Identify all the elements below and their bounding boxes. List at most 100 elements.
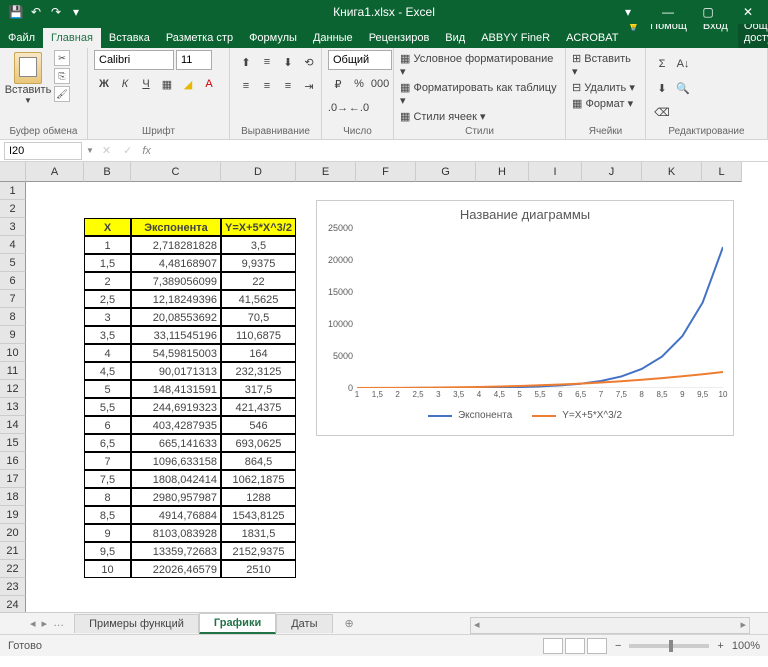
chart-title[interactable]: Название диаграммы	[317, 201, 733, 224]
cell[interactable]: 1808,042414	[131, 470, 221, 488]
cell[interactable]: 2	[84, 272, 131, 290]
align-middle-icon[interactable]: ≡	[257, 52, 277, 72]
column-header[interactable]: C	[131, 162, 221, 182]
cell[interactable]: 10	[84, 560, 131, 578]
row-header[interactable]: 15	[0, 434, 26, 452]
comma-icon[interactable]: 000	[370, 74, 390, 94]
row-header[interactable]: 1	[0, 182, 26, 200]
cell[interactable]: 244,6919323	[131, 398, 221, 416]
sheet-nav-more-icon[interactable]: …	[53, 617, 64, 630]
align-left-icon[interactable]: ≡	[236, 76, 256, 96]
cell-styles-button[interactable]: ▦ Стили ячеек ▾	[400, 110, 486, 123]
row-header[interactable]: 11	[0, 362, 26, 380]
cell[interactable]: Экспонента	[131, 218, 221, 236]
align-center-icon[interactable]: ≡	[257, 76, 277, 96]
cell[interactable]: 9,9375	[221, 254, 296, 272]
row-header[interactable]: 12	[0, 380, 26, 398]
cell[interactable]: 9	[84, 524, 131, 542]
italic-button[interactable]: К	[115, 74, 135, 94]
sheet-grid[interactable]: ABCDEFGHIJKL 123456789101112131415161718…	[0, 162, 768, 612]
column-header[interactable]: I	[529, 162, 582, 182]
row-header[interactable]: 17	[0, 470, 26, 488]
cell[interactable]: 164	[221, 344, 296, 362]
clear-icon[interactable]: ⌫	[652, 102, 672, 122]
border-icon[interactable]: ▦	[157, 74, 177, 94]
scroll-right-icon[interactable]: ▸	[737, 618, 749, 631]
cell[interactable]: 22	[221, 272, 296, 290]
column-header[interactable]: B	[84, 162, 131, 182]
currency-icon[interactable]: ₽	[328, 74, 348, 94]
underline-button[interactable]: Ч	[136, 74, 156, 94]
cell[interactable]: 8103,083928	[131, 524, 221, 542]
cell[interactable]: 90,0171313	[131, 362, 221, 380]
cell[interactable]: 2510	[221, 560, 296, 578]
row-header[interactable]: 5	[0, 254, 26, 272]
row-header[interactable]: 2	[0, 200, 26, 218]
cell[interactable]: 3,5	[221, 236, 296, 254]
tab-view[interactable]: Вид	[437, 28, 473, 48]
row-header[interactable]: 21	[0, 542, 26, 560]
cell[interactable]: 70,5	[221, 308, 296, 326]
cell[interactable]: 693,0625	[221, 434, 296, 452]
insert-cells-button[interactable]: ⊞ Вставить ▾	[572, 52, 639, 78]
font-name-select[interactable]	[94, 50, 174, 70]
sort-filter-icon[interactable]: A↓	[673, 54, 693, 74]
horizontal-scrollbar[interactable]: ◂ ▸	[470, 617, 750, 634]
cell[interactable]: 5	[84, 380, 131, 398]
format-cells-button[interactable]: ▦ Формат ▾	[572, 97, 633, 110]
row-header[interactable]: 24	[0, 596, 26, 612]
row-header[interactable]: 8	[0, 308, 26, 326]
row-header[interactable]: 6	[0, 272, 26, 290]
cell[interactable]: 1,5	[84, 254, 131, 272]
cancel-icon[interactable]: ✕	[94, 144, 119, 157]
align-top-icon[interactable]: ⬆	[236, 52, 256, 72]
cell[interactable]: 6	[84, 416, 131, 434]
indent-icon[interactable]: ⇥	[299, 76, 319, 96]
column-header[interactable]: L	[702, 162, 742, 182]
font-color-icon[interactable]: A	[199, 74, 219, 94]
number-format-select[interactable]	[328, 50, 392, 70]
format-painter-icon[interactable]: 🖌	[54, 86, 70, 102]
cell[interactable]: 665,141633	[131, 434, 221, 452]
page-break-view-icon[interactable]	[587, 638, 607, 654]
qat-customize-icon[interactable]: ▾	[68, 4, 84, 20]
tab-insert[interactable]: Вставка	[101, 28, 158, 48]
sheet-tab-active[interactable]: Графики	[199, 613, 276, 634]
cell[interactable]: 1	[84, 236, 131, 254]
cell[interactable]: 1062,1875	[221, 470, 296, 488]
sheet-nav-prev-icon[interactable]: ◂	[30, 617, 36, 630]
cell[interactable]: 8,5	[84, 506, 131, 524]
cell[interactable]: 2152,9375	[221, 542, 296, 560]
autosum-icon[interactable]: Σ	[652, 54, 672, 74]
cell[interactable]: 2,718281828	[131, 236, 221, 254]
cell[interactable]: 3,5	[84, 326, 131, 344]
zoom-in-icon[interactable]: +	[717, 640, 723, 652]
cell[interactable]: 9,5	[84, 542, 131, 560]
cell[interactable]: 20,08553692	[131, 308, 221, 326]
column-header[interactable]: A	[26, 162, 84, 182]
cell[interactable]: X	[84, 218, 131, 236]
tab-review[interactable]: Рецензиров	[361, 28, 438, 48]
column-header[interactable]: G	[416, 162, 476, 182]
row-header[interactable]: 10	[0, 344, 26, 362]
increase-decimal-icon[interactable]: .0→	[328, 98, 348, 118]
cell[interactable]: 4,5	[84, 362, 131, 380]
row-header[interactable]: 9	[0, 326, 26, 344]
row-header[interactable]: 16	[0, 452, 26, 470]
page-layout-view-icon[interactable]	[565, 638, 585, 654]
orientation-icon[interactable]: ⟲	[299, 52, 319, 72]
row-header[interactable]: 13	[0, 398, 26, 416]
tab-file[interactable]: Файл	[0, 28, 43, 48]
conditional-formatting-button[interactable]: ▦ Условное форматирование ▾	[400, 52, 559, 78]
cell[interactable]: 110,6875	[221, 326, 296, 344]
tab-layout[interactable]: Разметка стр	[158, 28, 241, 48]
column-header[interactable]: F	[356, 162, 416, 182]
cell[interactable]: 421,4375	[221, 398, 296, 416]
column-header[interactable]: E	[296, 162, 356, 182]
cell[interactable]: 13359,72683	[131, 542, 221, 560]
name-box-dropdown-icon[interactable]: ▼	[86, 146, 94, 155]
align-right-icon[interactable]: ≡	[278, 76, 298, 96]
font-size-select[interactable]	[176, 50, 212, 70]
close-button[interactable]: ✕	[728, 0, 768, 24]
fx-button[interactable]: fx	[136, 145, 157, 157]
